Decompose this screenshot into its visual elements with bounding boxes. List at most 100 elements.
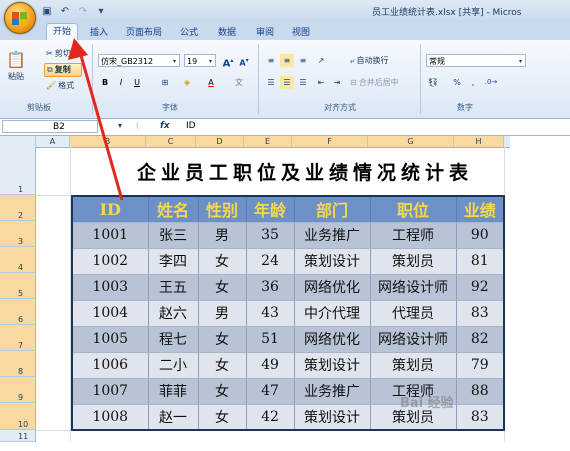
tab-review[interactable]: 审阅 (256, 25, 274, 38)
row-header-2[interactable]: 2 (0, 195, 36, 221)
table-cell[interactable]: 赵一 (148, 404, 199, 431)
table-cell[interactable]: 1005 (72, 326, 149, 353)
table-cell[interactable]: 1006 (72, 352, 149, 379)
table-cell[interactable]: 51 (246, 326, 295, 353)
table-cell[interactable]: 88 (456, 378, 505, 405)
table-cell[interactable]: 81 (456, 248, 505, 275)
table-cell[interactable]: 1008 (72, 404, 149, 431)
orientation-icon[interactable]: ↗ (314, 54, 328, 67)
table-cell[interactable]: 业务推广 (294, 222, 371, 249)
table-cell[interactable]: 79 (456, 352, 505, 379)
table-cell[interactable]: 36 (246, 274, 295, 301)
align-middle-icon[interactable]: ≡ (280, 54, 294, 67)
office-button[interactable] (4, 2, 36, 34)
table-cell[interactable]: 业务推广 (294, 378, 371, 405)
column-header-c[interactable]: C (146, 136, 196, 147)
row-header-1[interactable]: 1 (0, 147, 36, 195)
table-header-cell[interactable]: 职位 (370, 196, 457, 223)
table-cell[interactable]: 49 (246, 352, 295, 379)
table-cell[interactable]: 1001 (72, 222, 149, 249)
table-cell[interactable]: 代理员 (370, 300, 457, 327)
select-all-corner[interactable] (0, 136, 36, 147)
column-header-h[interactable]: H (454, 136, 504, 147)
align-left-icon[interactable]: ☰ (264, 76, 278, 89)
table-cell[interactable]: 策划员 (370, 352, 457, 379)
table-header-cell[interactable]: 性别 (198, 196, 247, 223)
table-cell[interactable]: 女 (198, 352, 247, 379)
row-header-4[interactable]: 4 (0, 247, 36, 273)
underline-button[interactable]: U (130, 76, 144, 89)
table-cell[interactable]: 赵六 (148, 300, 199, 327)
table-cell[interactable]: 82 (456, 326, 505, 353)
decrease-indent-icon[interactable]: ⇤ (314, 76, 328, 89)
table-header-cell[interactable]: 业绩 (456, 196, 505, 223)
table-cell[interactable]: 策划员 (370, 248, 457, 275)
row-header-5[interactable]: 5 (0, 273, 36, 299)
table-cell[interactable]: 女 (198, 248, 247, 275)
table-cell[interactable]: 李四 (148, 248, 199, 275)
table-cell[interactable]: 女 (198, 274, 247, 301)
tab-formulas[interactable]: 公式 (180, 25, 198, 38)
table-cell[interactable]: 女 (198, 326, 247, 353)
table-cell[interactable]: 中介代理 (294, 300, 371, 327)
table-cell[interactable]: 网络设计师 (370, 274, 457, 301)
merge-center-button[interactable]: ⊟ 合并后居中 (350, 77, 399, 88)
row-header-8[interactable]: 8 (0, 351, 36, 377)
table-cell[interactable]: 策划设计 (294, 352, 371, 379)
column-header-d[interactable]: D (196, 136, 244, 147)
tab-view[interactable]: 视图 (292, 25, 310, 38)
table-cell[interactable]: 42 (246, 404, 295, 431)
table-cell[interactable]: 网络设计师 (370, 326, 457, 353)
table-cell[interactable]: 女 (198, 404, 247, 431)
grow-font-button[interactable]: A▴ (221, 54, 235, 69)
table-cell[interactable]: 43 (246, 300, 295, 327)
column-header-g[interactable]: G (368, 136, 454, 147)
table-cell[interactable]: 47 (246, 378, 295, 405)
table-cell[interactable]: 策划设计 (294, 248, 371, 275)
customize-qat-icon[interactable]: ▾ (94, 4, 108, 18)
tab-page-layout[interactable]: 页面布局 (126, 25, 162, 38)
increase-indent-icon[interactable]: ⇥ (330, 76, 344, 89)
number-format-select[interactable]: 常规 ▾ (426, 54, 526, 67)
tab-data[interactable]: 数据 (218, 25, 236, 38)
table-cell[interactable]: 1003 (72, 274, 149, 301)
row-header-9[interactable]: 9 (0, 377, 36, 403)
row-header-7[interactable]: 7 (0, 325, 36, 351)
column-header-e[interactable]: E (244, 136, 292, 147)
percent-button[interactable]: % (450, 76, 464, 89)
table-cell[interactable]: 菲菲 (148, 378, 199, 405)
table-cell[interactable]: 二小 (148, 352, 199, 379)
fx-icon[interactable]: fx (160, 121, 170, 131)
font-size-select[interactable]: 19 ▾ (184, 54, 216, 67)
align-right-icon[interactable]: ☰ (296, 76, 310, 89)
column-header-f[interactable]: F (292, 136, 368, 147)
row-header-11[interactable]: 11 (0, 430, 36, 442)
table-cell[interactable]: 工程师 (370, 222, 457, 249)
table-cell[interactable]: 1004 (72, 300, 149, 327)
table-cell[interactable]: 35 (246, 222, 295, 249)
table-header-cell[interactable]: 部门 (294, 196, 371, 223)
row-header-3[interactable]: 3 (0, 221, 36, 247)
shrink-font-button[interactable]: A▾ (237, 54, 251, 68)
save-icon[interactable]: ▣ (40, 4, 54, 18)
table-cell[interactable]: 90 (456, 222, 505, 249)
table-cell[interactable]: 网络优化 (294, 326, 371, 353)
table-cell[interactable]: 男 (198, 300, 247, 327)
table-cell[interactable]: 网络优化 (294, 274, 371, 301)
phonetic-icon[interactable]: 文 (232, 76, 246, 89)
table-cell[interactable]: 92 (456, 274, 505, 301)
table-cell[interactable]: 83 (456, 404, 505, 431)
table-cell[interactable]: 张三 (148, 222, 199, 249)
table-cell[interactable]: 男 (198, 222, 247, 249)
align-center-icon[interactable]: ☰ (280, 76, 294, 89)
table-cell[interactable]: 83 (456, 300, 505, 327)
increase-decimal-icon[interactable]: .0→ (484, 76, 498, 89)
undo-icon[interactable]: ↶ (58, 4, 72, 18)
paste-button[interactable]: 📋 粘贴 (6, 50, 26, 82)
redo-icon[interactable]: ↷ (76, 4, 90, 18)
table-cell[interactable]: 策划设计 (294, 404, 371, 431)
table-cell[interactable]: 1007 (72, 378, 149, 405)
align-top-icon[interactable]: ≡ (264, 54, 278, 67)
tab-insert[interactable]: 插入 (90, 25, 108, 38)
border-icon[interactable]: ⊞ (158, 76, 172, 89)
